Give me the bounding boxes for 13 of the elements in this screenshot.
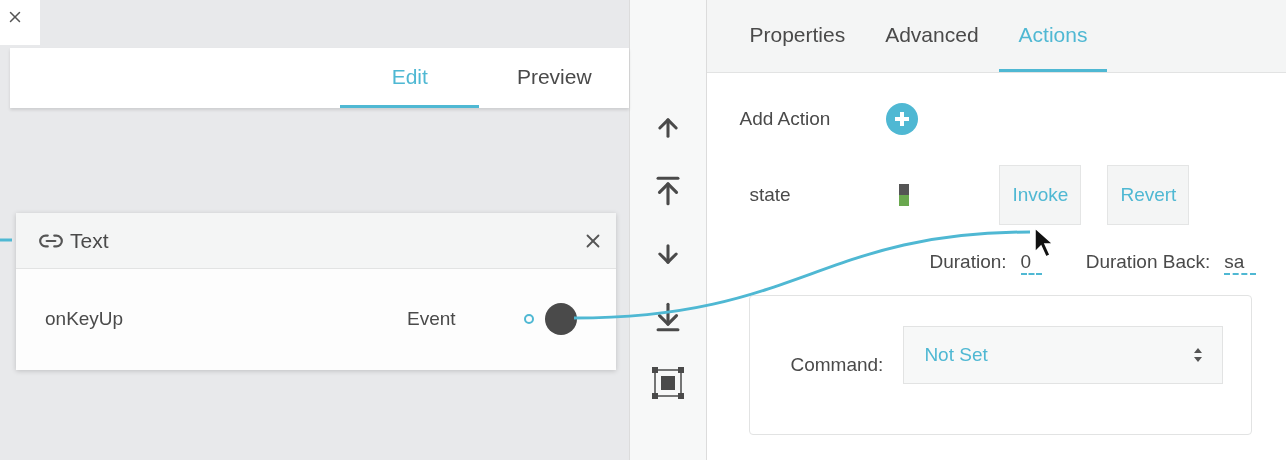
command-label: Command: [790, 354, 884, 376]
panel-tab[interactable]: Advanced [865, 0, 999, 72]
action-name: state [748, 184, 792, 206]
field-label: Duration: [929, 251, 1007, 274]
duration-field[interactable]: sa [1224, 251, 1256, 275]
panel-tab[interactable]: Properties [729, 0, 866, 72]
editor-tab[interactable]: Preview [479, 48, 630, 108]
port-name: onKeyUp [45, 308, 125, 330]
node-card[interactable]: Text onKeyUp Event [16, 213, 616, 370]
field-label: Duration Back: [1085, 251, 1211, 274]
port-type: Event [407, 308, 457, 330]
add-action-label: Add Action [739, 108, 831, 130]
node-title: Text [70, 228, 110, 253]
